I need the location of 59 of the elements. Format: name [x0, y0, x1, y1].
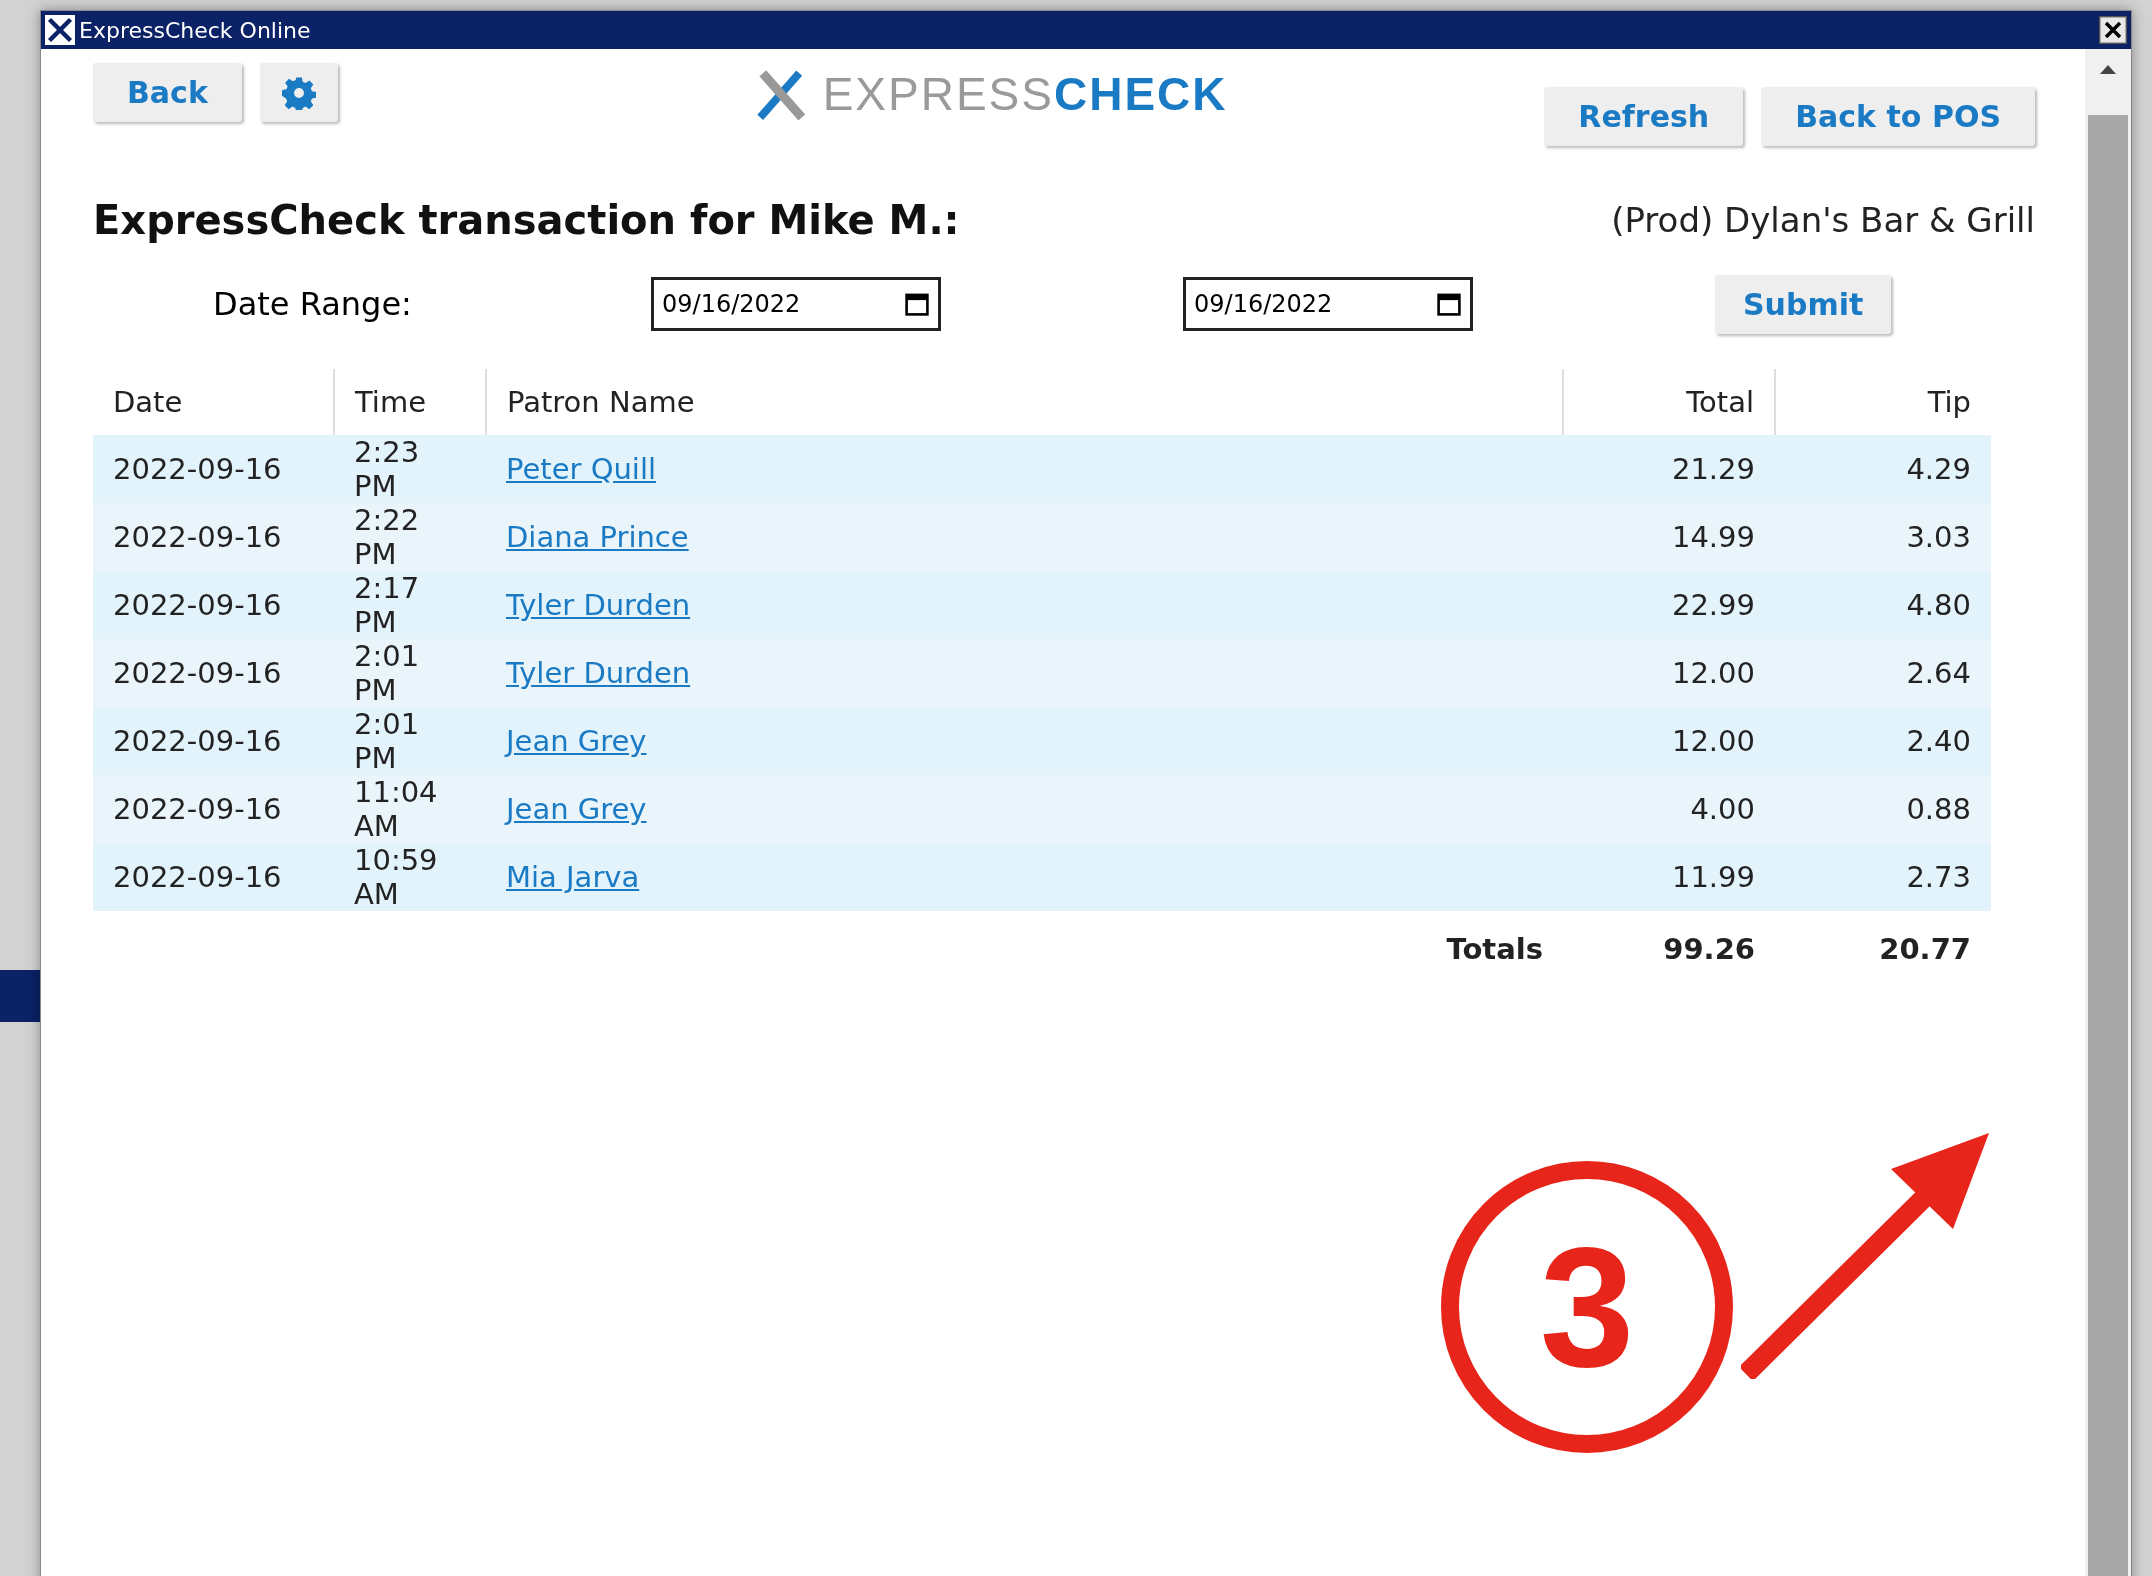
tip-cell: 2.40 — [1775, 707, 1991, 775]
date-cell: 2022-09-16 — [93, 775, 334, 843]
date-cell: 2022-09-16 — [93, 435, 334, 503]
back-button[interactable]: Back — [93, 63, 242, 122]
tip-cell: 4.29 — [1775, 435, 1991, 503]
settings-icon — [281, 75, 316, 110]
settings-button[interactable] — [259, 63, 338, 122]
total-cell: 21.29 — [1563, 435, 1775, 503]
date-cell: 2022-09-16 — [93, 571, 334, 639]
page-heading: ExpressCheck transaction for Mike M.: — [93, 197, 960, 243]
window-title: ExpressCheck Online — [79, 17, 311, 43]
patron-link[interactable]: Tyler Durden — [506, 588, 691, 622]
location-name: (Prod) Dylan's Bar & Grill — [1611, 200, 2035, 240]
background-window — [0, 970, 40, 1022]
date-cell: 2022-09-16 — [93, 639, 334, 707]
logo-text: EXPRESSCHECK — [822, 67, 1228, 121]
total-cell: 11.99 — [1563, 843, 1775, 911]
date-range-label: Date Range: — [213, 285, 413, 323]
date-cell: 2022-09-16 — [93, 707, 334, 775]
scroll-up-icon[interactable] — [2098, 63, 2118, 75]
patron-link[interactable]: Diana Prince — [506, 520, 689, 554]
totals-label: Totals — [1446, 932, 1543, 966]
app-icon — [45, 15, 75, 45]
calendar-icon[interactable] — [904, 291, 930, 317]
patron-link[interactable]: Tyler Durden — [506, 656, 691, 690]
tip-cell: 2.64 — [1775, 639, 1991, 707]
total-cell: 4.00 — [1563, 775, 1775, 843]
date-cell: 2022-09-16 — [93, 503, 334, 571]
submit-button[interactable]: Submit — [1715, 274, 1892, 334]
tip-cell: 3.03 — [1775, 503, 1991, 571]
patron-link[interactable]: Peter Quill — [506, 452, 657, 486]
time-cell: 10:59 AM — [334, 843, 486, 911]
total-cell: 12.00 — [1563, 707, 1775, 775]
date-cell: 2022-09-16 — [93, 843, 334, 911]
scroll-thumb[interactable] — [2088, 115, 2128, 1576]
time-cell: 2:17 PM — [334, 571, 486, 639]
patron-link[interactable]: Jean Grey — [506, 724, 647, 758]
time-cell: 2:22 PM — [334, 503, 486, 571]
start-date-field[interactable]: 09/16/2022 — [651, 277, 941, 331]
close-icon[interactable] — [2099, 16, 2127, 44]
time-cell: 2:23 PM — [334, 435, 486, 503]
total-cell: 22.99 — [1563, 571, 1775, 639]
time-cell: 2:01 PM — [334, 707, 486, 775]
total-cell: 14.99 — [1563, 503, 1775, 571]
end-date-field[interactable]: 09/16/2022 — [1183, 277, 1473, 331]
column-header: Tip — [1775, 369, 1991, 435]
calendar-icon[interactable] — [1436, 291, 1462, 317]
refresh-button[interactable]: Refresh — [1544, 87, 1744, 146]
patron-link[interactable]: Jean Grey — [506, 792, 647, 826]
time-cell: 2:01 PM — [334, 639, 486, 707]
tip-cell: 0.88 — [1775, 775, 1991, 843]
back-to-pos-button[interactable]: Back to POS — [1761, 87, 2035, 146]
total-cell: 12.00 — [1563, 639, 1775, 707]
patron-link[interactable]: Mia Jarva — [506, 860, 640, 894]
tip-cell: 2.73 — [1775, 843, 1991, 911]
time-cell: 11:04 AM — [334, 775, 486, 843]
tip-cell: 4.80 — [1775, 571, 1991, 639]
annotation-circle: 3 — [1441, 1161, 1733, 1453]
scrollbar[interactable] — [2085, 49, 2131, 1576]
